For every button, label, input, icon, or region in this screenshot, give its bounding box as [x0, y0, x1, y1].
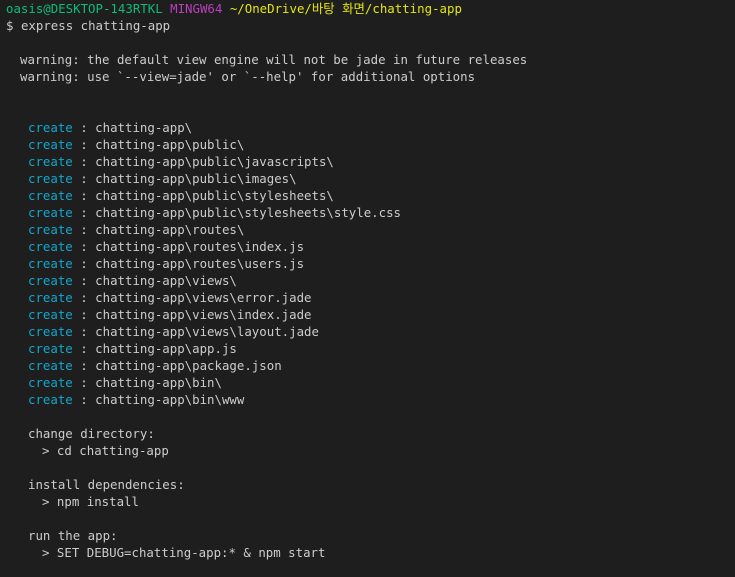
created-path: chatting-app\views\layout.jade: [95, 324, 319, 339]
create-separator: :: [72, 341, 96, 356]
create-line: create : chatting-app\public\images\: [6, 170, 735, 187]
create-line: create : chatting-app\bin\www: [6, 391, 735, 408]
create-keyword: create: [28, 358, 73, 373]
instruction-heading: run the app:: [28, 528, 118, 543]
create-line: create : chatting-app\public\stylesheets…: [6, 187, 735, 204]
prompt-symbol: $: [6, 18, 14, 33]
warning-line: warning: the default view engine will no…: [20, 52, 528, 67]
create-separator: :: [72, 273, 96, 288]
create-keyword: create: [28, 154, 73, 169]
create-separator: :: [72, 222, 96, 237]
instruction-heading: install dependencies:: [28, 477, 185, 492]
create-line: create : chatting-app\views\index.jade: [6, 306, 735, 323]
create-separator: :: [72, 171, 96, 186]
create-separator: :: [72, 154, 96, 169]
created-path: chatting-app\public\stylesheets\style.cs…: [95, 205, 402, 220]
created-path: chatting-app\public\stylesheets\: [95, 188, 334, 203]
created-path: chatting-app\public\images\: [95, 171, 297, 186]
create-keyword: create: [28, 188, 73, 203]
create-keyword: create: [28, 205, 73, 220]
created-path: chatting-app\public\javascripts\: [95, 154, 334, 169]
create-line: create : chatting-app\views\layout.jade: [6, 323, 735, 340]
created-path: chatting-app\routes\users.js: [95, 256, 305, 271]
create-keyword: create: [28, 256, 73, 271]
create-keyword: create: [28, 290, 73, 305]
create-line: create : chatting-app\routes\: [6, 221, 735, 238]
instruction-heading: change directory:: [28, 426, 155, 441]
create-line: create : chatting-app\package.json: [6, 357, 735, 374]
create-keyword: create: [28, 171, 73, 186]
create-line: create : chatting-app\bin\: [6, 374, 735, 391]
create-keyword: create: [28, 307, 73, 322]
create-separator: :: [72, 290, 96, 305]
created-path: chatting-app\views\index.jade: [95, 307, 312, 322]
created-path: chatting-app\views\: [95, 273, 237, 288]
create-separator: :: [72, 256, 96, 271]
create-keyword: create: [28, 324, 73, 339]
prompt-line: oasis@DESKTOP-143RTKL MINGW64 ~/OneDrive…: [6, 0, 735, 17]
create-separator: :: [72, 307, 96, 322]
instruction-command: > SET DEBUG=chatting-app:* & npm start: [42, 545, 326, 560]
create-keyword: create: [28, 239, 73, 254]
create-keyword: create: [28, 137, 73, 152]
terminal-window[interactable]: oasis@DESKTOP-143RTKL MINGW64 ~/OneDrive…: [0, 0, 735, 577]
created-path: chatting-app\package.json: [95, 358, 282, 373]
create-line: create : chatting-app\routes\users.js: [6, 255, 735, 272]
created-path: chatting-app\bin\: [95, 375, 222, 390]
warning-line: warning: use `--view=jade' or `--help' f…: [20, 69, 476, 84]
create-keyword: create: [28, 341, 73, 356]
create-keyword: create: [28, 392, 73, 407]
create-separator: :: [72, 358, 96, 373]
create-separator: :: [72, 188, 96, 203]
create-line: create : chatting-app\public\javascripts…: [6, 153, 735, 170]
created-path: chatting-app\: [95, 120, 193, 135]
create-separator: :: [72, 205, 96, 220]
command-line: $ express chatting-app: [6, 17, 735, 34]
create-separator: :: [72, 375, 96, 390]
instructions: change directory: > cd chatting-app instal…: [6, 425, 735, 561]
create-separator: :: [72, 120, 96, 135]
create-line: create : chatting-app\public\stylesheets…: [6, 204, 735, 221]
instruction-command: > npm install: [42, 494, 139, 509]
created-path: chatting-app\routes\index.js: [95, 239, 305, 254]
create-line: create : chatting-app\routes\index.js: [6, 238, 735, 255]
created-path: chatting-app\views\error.jade: [95, 290, 312, 305]
create-line: create : chatting-app\: [6, 119, 735, 136]
prompt-system: MINGW64: [170, 1, 223, 16]
prompt-user-host: oasis@DESKTOP-143RTKL: [6, 1, 163, 16]
create-keyword: create: [28, 273, 73, 288]
command-text: express chatting-app: [20, 18, 171, 33]
created-path: chatting-app\public\: [95, 137, 245, 152]
create-separator: :: [72, 392, 96, 407]
created-path: chatting-app\bin\www: [95, 392, 245, 407]
create-separator: :: [72, 137, 96, 152]
created-path: chatting-app\app.js: [95, 341, 237, 356]
create-line: create : chatting-app\views\: [6, 272, 735, 289]
create-keyword: create: [28, 222, 73, 237]
create-separator: :: [72, 324, 96, 339]
prompt-path: ~/OneDrive/바탕 화면/chatting-app: [229, 1, 462, 16]
create-keyword: create: [28, 120, 73, 135]
create-line: create : chatting-app\app.js: [6, 340, 735, 357]
create-list: create : chatting-app\ create : chatting-…: [6, 119, 735, 408]
create-line: create : chatting-app\public\: [6, 136, 735, 153]
create-line: create : chatting-app\views\error.jade: [6, 289, 735, 306]
created-path: chatting-app\routes\: [95, 222, 245, 237]
create-separator: :: [72, 239, 96, 254]
create-keyword: create: [28, 375, 73, 390]
instruction-command: > cd chatting-app: [42, 443, 169, 458]
